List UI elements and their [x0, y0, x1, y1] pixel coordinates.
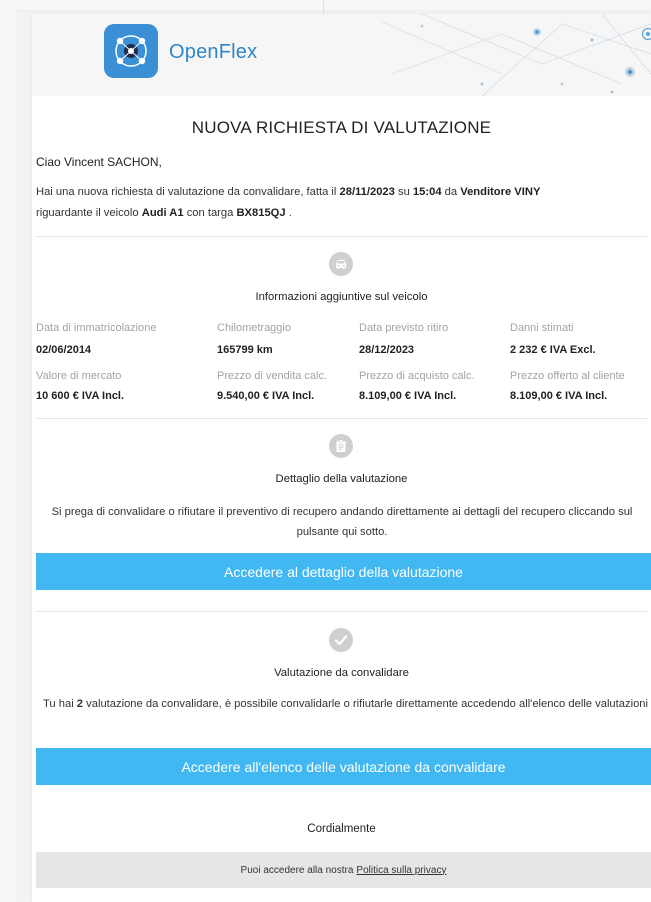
field-label: Danni stimati: [510, 322, 574, 334]
field-value: 8.109,00 € IVA Incl.: [359, 390, 457, 402]
closing: Cordialmente: [307, 823, 376, 835]
email-page: OpenFlex NUOVA RICHIESTA DI VALUTAZIONE …: [0, 0, 651, 902]
footer-text: Puoi accedere alla nostra: [240, 864, 354, 876]
valuation-detail-text: Si prega di convalidare o rifiutare il p…: [51, 506, 633, 538]
field-label: Prezzo di vendita calc.: [217, 370, 328, 382]
header-banner: OpenFlex: [32, 14, 651, 96]
request-time: 15:04: [412, 186, 442, 198]
validation-list-button[interactable]: Accedere all'elenco delle valutazione da…: [36, 748, 651, 785]
text-part: Tu hai: [43, 698, 74, 710]
field-label: Prezzo di acquisto calc.: [359, 370, 475, 382]
field-label: Chilometraggio: [217, 322, 291, 334]
field-value: 02/06/2014: [36, 344, 92, 356]
footer: Puoi accedere alla nostra Politica sulla…: [36, 852, 651, 888]
field-value: 9.540,00 € IVA Incl.: [217, 390, 315, 402]
separator: [36, 236, 647, 237]
field-label: Data previsto ritiro: [359, 322, 449, 334]
field-label: Data di immatricolazione: [36, 322, 157, 334]
page-title: NUOVA RICHIESTA DI VALUTAZIONE: [191, 118, 492, 137]
request-date: 28/11/2023: [339, 186, 395, 198]
vehicle-plate: BX815QJ: [236, 207, 286, 219]
greeting: Ciao Vincent SACHON,: [36, 155, 162, 169]
clipboard-icon: [329, 434, 353, 458]
seller-name: Venditore VINY: [460, 186, 541, 198]
intro-part: con targa: [186, 207, 234, 219]
intro-part: da: [444, 186, 458, 198]
privacy-policy-link[interactable]: Politica sulla privacy: [356, 865, 446, 876]
to-validate-text: Tu hai 2 valutazione da convalidare, è p…: [40, 694, 651, 714]
intro-part: Hai una nuova richiesta di valutazione d…: [36, 186, 337, 198]
openflex-logo-icon: [104, 24, 158, 78]
brand-name: OpenFlex: [169, 41, 258, 63]
checkmark-icon: [329, 628, 353, 652]
left-strip: [0, 0, 16, 902]
intro-text: Hai una nuova richiesta di valutazione d…: [36, 182, 636, 224]
field-value: 165799 km: [217, 344, 273, 356]
field-value: 8.109,00 € IVA Incl.: [510, 390, 608, 402]
field-label: Prezzo offerto al cliente: [510, 370, 625, 382]
vehicle-info-title: Informazioni aggiuntive sul veicolo: [255, 291, 428, 303]
email-card: OpenFlex NUOVA RICHIESTA DI VALUTAZIONE …: [32, 14, 651, 902]
network-decoration-icon: [381, 14, 651, 96]
intro-part: riguardante il veicolo: [36, 207, 139, 219]
field-value: 10 600 € IVA Incl.: [36, 390, 125, 402]
vehicle-model: Audi A1: [141, 207, 184, 219]
separator: [36, 418, 647, 419]
intro-part: su: [397, 186, 410, 198]
text-part: valutazione da convalidare, è possibile …: [86, 698, 648, 710]
field-label: Valore di mercato: [36, 370, 122, 382]
separator: [36, 611, 647, 612]
intro-part: .: [288, 207, 292, 219]
valuation-detail-button[interactable]: Accedere al dettaglio della valutazione: [36, 553, 651, 590]
pending-count: 2: [76, 698, 84, 710]
valuation-detail-title: Dettaglio della valutazione: [275, 473, 408, 485]
to-validate-title: Valutazione da convalidare: [274, 667, 409, 679]
car-icon: [329, 252, 353, 276]
top-bar: [16, 0, 651, 22]
field-value: 28/12/2023: [359, 344, 415, 356]
field-value: 2 232 € IVA Excl.: [510, 344, 596, 356]
